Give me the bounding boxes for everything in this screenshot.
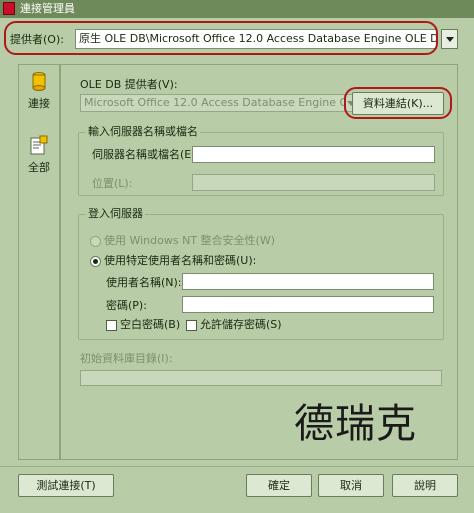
blank-password-checkbox[interactable]	[106, 320, 117, 331]
bottom-separator	[0, 466, 474, 467]
blank-password-label: 空白密碼(B)	[120, 318, 181, 331]
chevron-down-icon	[446, 37, 454, 42]
datalink-highlight-annotation	[344, 87, 452, 119]
save-password-label: 允許儲存密碼(S)	[200, 318, 282, 331]
help-button[interactable]: 說明	[392, 474, 458, 497]
server-group-title: 輸入伺服器名稱或檔名	[86, 125, 200, 139]
connection-icon	[32, 72, 46, 91]
sidebar-item-all[interactable]: 全部	[19, 135, 59, 175]
specific-auth-label: 使用特定使用者名稱和密碼(U):	[104, 254, 257, 267]
watermark-text: 德瑞克	[294, 401, 417, 447]
sidebar-item-connection[interactable]: 連接	[19, 71, 59, 111]
username-label: 使用者名稱(N):	[106, 276, 182, 289]
server-name-label: 伺服器名稱或檔名(E):	[92, 148, 200, 161]
location-label: 位置(L):	[92, 177, 133, 190]
login-group-title: 登入伺服器	[86, 207, 145, 221]
ok-button[interactable]: 確定	[246, 474, 312, 497]
test-connection-button[interactable]: 測試連接(T)	[18, 474, 114, 497]
provider-highlight-annotation	[4, 21, 438, 55]
initial-catalog-combo	[80, 370, 442, 386]
windows-auth-radio	[90, 236, 101, 247]
password-label: 密碼(P):	[106, 299, 147, 312]
all-properties-icon	[30, 135, 48, 155]
location-input	[192, 174, 435, 191]
server-name-input[interactable]	[192, 146, 435, 163]
radio-selected-dot	[93, 259, 98, 264]
oledb-provider-label: OLE DB 提供者(V):	[80, 78, 178, 91]
oledb-provider-combo: Microsoft Office 12.0 Access Database En…	[80, 94, 345, 112]
cancel-button[interactable]: 取消	[318, 474, 384, 497]
provider-dropdown-button[interactable]	[441, 29, 458, 49]
sidebar-item-label: 全部	[28, 161, 50, 174]
password-input[interactable]	[182, 296, 434, 313]
sidebar-item-label: 連接	[28, 97, 50, 110]
specific-auth-radio[interactable]	[90, 256, 101, 267]
save-password-checkbox[interactable]	[186, 320, 197, 331]
username-input[interactable]	[182, 273, 434, 290]
title-bar: 連接管理員	[0, 0, 474, 18]
window-title: 連接管理員	[20, 2, 75, 15]
initial-catalog-label: 初始資料庫目錄(I):	[80, 352, 173, 365]
windows-auth-label: 使用 Windows NT 整合安全性(W)	[104, 234, 275, 247]
app-icon	[3, 2, 15, 15]
sidebar: 連接 全部	[18, 64, 60, 460]
